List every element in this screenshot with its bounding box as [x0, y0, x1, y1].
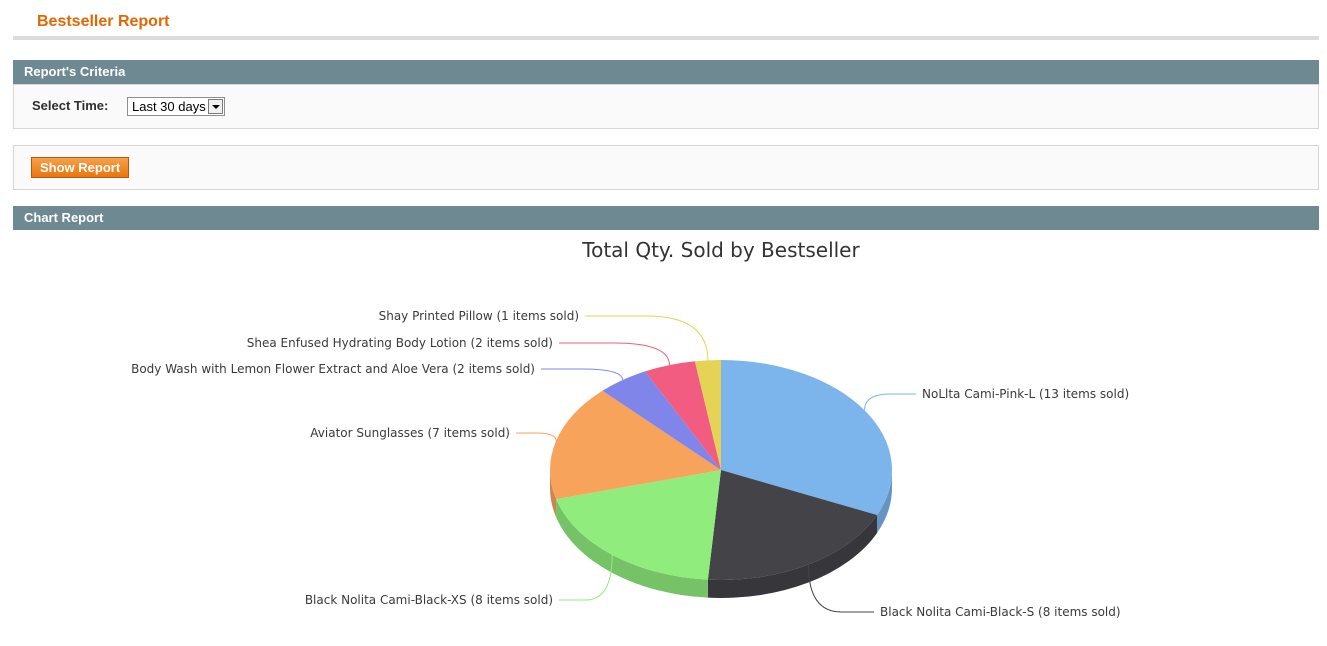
pie-slice-label: Body Wash with Lemon Flower Extract and … — [131, 362, 535, 376]
pie-slice-label: Shay Printed Pillow (1 items sold) — [379, 309, 579, 323]
pie-label-connector — [516, 432, 557, 441]
pie-slice-label: Shea Enfused Hydrating Body Lotion (2 it… — [247, 336, 553, 350]
show-report-button[interactable]: Show Report — [31, 157, 130, 178]
pie-slice-label: Aviator Sunglasses (7 items sold) — [310, 426, 510, 440]
pie-label-connector — [541, 368, 624, 381]
pie-label-connector — [864, 393, 916, 411]
select-time-dropdown[interactable]: Last 30 days — [127, 97, 225, 116]
report-criteria-header[interactable]: Report's Criteria — [13, 60, 1319, 84]
select-time-label: Select Time: — [32, 98, 109, 113]
pie-slice-label: Black Nolita Cami-Black-XS (8 items sold… — [305, 593, 553, 607]
title-divider — [13, 36, 1319, 40]
pie-chart: Total Qty. Sold by Bestseller NoLlta Cam… — [131, 238, 1129, 619]
pie-slice-label: NoLlta Cami-Pink-L (13 items sold) — [922, 387, 1129, 401]
chevron-down-icon[interactable] — [208, 99, 223, 114]
pie-label-connector — [585, 315, 709, 361]
chart-title: Total Qty. Sold by Bestseller — [581, 238, 860, 262]
page-title: Bestseller Report — [37, 13, 170, 30]
pie-slice-label: Black Nolita Cami-Black-S (8 items sold) — [880, 605, 1121, 619]
report-criteria-panel: Select Time: Last 30 days — [13, 84, 1319, 129]
chart-report-header[interactable]: Chart Report — [13, 206, 1319, 230]
pie-label-connector — [559, 342, 670, 366]
actions-panel: Show Report — [13, 145, 1319, 190]
select-time-value: Last 30 days — [132, 99, 206, 114]
